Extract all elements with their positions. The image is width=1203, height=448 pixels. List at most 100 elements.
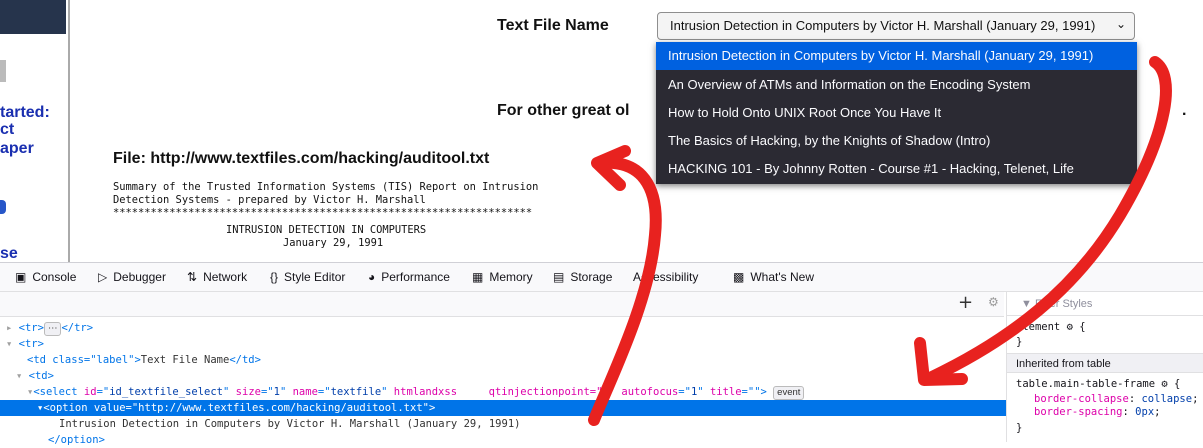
rule-close-brace: } (1016, 422, 1023, 434)
inspector-toolbar: + ⚙ (0, 292, 1004, 317)
prop-value: collapse (1141, 393, 1193, 405)
rule-declaration[interactable]: border-spacing: 0px; (1034, 406, 1160, 419)
left-sidebar: tarted: ct aper se (0, 0, 70, 262)
tab-memory[interactable]: ▦ Memory (472, 263, 533, 291)
rule-declaration[interactable]: border-collapse: collapse; (1034, 393, 1198, 406)
markup-row[interactable]: <td class="label">Text File Name</td> (0, 352, 1031, 368)
markup-row[interactable]: </option> (0, 432, 1052, 448)
tab-performance[interactable]: ◕ Performance (368, 263, 450, 291)
tab-label: Style Editor (284, 270, 346, 284)
file-heading: File: http://www.textfiles.com/hacking/a… (113, 150, 490, 167)
event-badge[interactable]: event (773, 386, 805, 400)
attr-value: http://www.textfiles.com/hacking/auditoo… (138, 402, 423, 414)
tab-label: Accessibility (633, 270, 699, 284)
element-rule[interactable]: element ⚙ { (1016, 321, 1086, 334)
markup-row[interactable]: ▸ <tr> ⋯ </tr> (0, 320, 1010, 336)
storage-icon: ▤ (553, 270, 565, 284)
attr-value: textfile (330, 386, 382, 398)
memory-icon: ▦ (472, 270, 484, 284)
markup-tag: <tr> (18, 322, 44, 334)
filter-icon: ▼ (1021, 298, 1035, 310)
tab-label: Debugger (113, 270, 166, 284)
filter-placeholder: Filter Styles (1034, 298, 1093, 310)
tab-network[interactable]: ⇅ Network (187, 263, 247, 291)
markup-row-selected[interactable]: ▾<option value="http://www.textfiles.com… (0, 400, 1041, 416)
trailing-dot: . (1182, 102, 1187, 119)
content-line: INTRUSION DETECTION IN COMPUTERS (226, 224, 427, 236)
sidebar-icon (0, 200, 6, 214)
rules-panel: ▼ Filter Styles element ⚙ { } Inherited … (1006, 292, 1203, 442)
markup-row[interactable]: ▾ <td> (0, 368, 1020, 384)
attr-name: htmlandxss (393, 386, 458, 398)
devtools-tab-bar: ▣ Console ▷ Debugger ⇅ Network {} Style Edit… (0, 263, 1203, 292)
markup-row[interactable]: ▾<select id="id_textfile_select" size="1… (0, 384, 1031, 400)
sidebar-link-ct[interactable]: ct (0, 122, 14, 138)
web-page: tarted: ct aper se Text File Name Intrus… (0, 0, 1203, 262)
markup-row[interactable]: ▾ <tr> (0, 336, 1010, 352)
expand-triangle-icon[interactable]: ▸ (6, 322, 12, 334)
add-node-button[interactable]: + (958, 292, 973, 314)
tab-label: Network (203, 270, 248, 284)
content-line: Detection Systems - prepared by Victor H… (113, 194, 426, 206)
table-rule[interactable]: table.main-table-frame ⚙ { (1016, 378, 1180, 391)
ellipsis-badge[interactable]: ⋯ (43, 322, 62, 336)
sidebar-link-se[interactable]: se (0, 246, 18, 262)
select-value: Intrusion Detection in Computers by Vict… (670, 18, 1096, 33)
content-line: Summary of the Trusted Information Syste… (113, 181, 539, 193)
performance-icon: ◕ (368, 270, 376, 284)
tab-label: What's New (750, 270, 814, 284)
chevron-down-icon: ⌄ (1115, 17, 1126, 31)
select-dropdown-list: Intrusion Detection in Computers by Vict… (656, 42, 1137, 184)
network-icon: ⇅ (187, 270, 198, 284)
trailing-link[interactable]: / (1166, 102, 1170, 120)
tab-label: Performance (381, 270, 450, 284)
tab-style-editor[interactable]: {} Style Editor (270, 263, 345, 291)
pick-element-icon[interactable]: ⚙ (988, 295, 999, 309)
markup-text: Intrusion Detection in Computers by Vict… (59, 418, 521, 430)
dropdown-option[interactable]: Intrusion Detection in Computers by Vict… (656, 42, 1137, 70)
style-editor-icon: {} (270, 270, 279, 284)
attr-name: qtinjectionpoint="1" (488, 386, 616, 398)
content-line: January 29, 1991 (283, 237, 384, 249)
text-file-name-label: Text File Name (497, 17, 609, 34)
sidebar-menu-bar[interactable] (0, 0, 66, 34)
markup-tag: <tr> (18, 338, 44, 350)
collapse-triangle-icon[interactable]: ▾ (6, 338, 12, 350)
dropdown-option[interactable]: The Basics of Hacking, by the Knights of… (656, 127, 1137, 155)
filter-styles-input[interactable]: ▼ Filter Styles (1007, 292, 1203, 316)
markup-view: ▸ <tr> ⋯ </tr> ▾ <tr> <td class="label">Te… (0, 317, 1041, 446)
markup-tag: <td class="label"> (27, 354, 141, 366)
dropdown-option[interactable]: HACKING 101 - By Johnny Rotten - Course … (656, 155, 1137, 183)
inherited-header: Inherited from table (1007, 353, 1203, 373)
other-text: For other great ol (497, 102, 630, 119)
attr-value: id_textfile_select (109, 386, 224, 398)
prop-name: border-collapse (1034, 393, 1129, 405)
tab-label: Storage (570, 270, 613, 284)
tab-label: Console (32, 270, 77, 284)
tab-debugger[interactable]: ▷ Debugger (98, 263, 166, 291)
console-icon: ▣ (15, 270, 27, 284)
text-file-select[interactable]: Intrusion Detection in Computers by Vict… (657, 12, 1135, 40)
rule-close-brace: } (1016, 336, 1023, 348)
sidebar-link-started[interactable]: tarted: (0, 105, 50, 121)
dropdown-option[interactable]: How to Hold Onto UNIX Root Once You Have… (656, 99, 1137, 127)
markup-tag: </td> (229, 354, 261, 366)
collapse-triangle-icon[interactable]: ▾ (16, 370, 22, 382)
debugger-icon: ▷ (98, 270, 108, 284)
tab-label: Memory (489, 270, 533, 284)
sidebar-image (0, 60, 6, 82)
tab-console[interactable]: ▣ Console (15, 263, 76, 291)
tab-whats-new[interactable]: ▩ What's New (733, 263, 814, 291)
markup-row[interactable]: Intrusion Detection in Computers by Vict… (0, 416, 1063, 432)
prop-name: border-spacing (1034, 406, 1123, 418)
rule-selector: element (1016, 321, 1061, 333)
rule-selector: table.main-table-frame (1016, 378, 1156, 390)
content-line: ****************************************… (113, 207, 533, 219)
dropdown-option[interactable]: An Overview of ATMs and Information on t… (656, 71, 1137, 99)
tab-storage[interactable]: ▤ Storage (553, 263, 612, 291)
sidebar-link-aper[interactable]: aper (0, 141, 34, 157)
markup-tag: <td> (28, 370, 54, 382)
markup-text: Text File Name (140, 354, 230, 366)
tab-accessibility[interactable]: Accessibility (633, 263, 698, 291)
gift-icon: ▩ (733, 270, 745, 284)
